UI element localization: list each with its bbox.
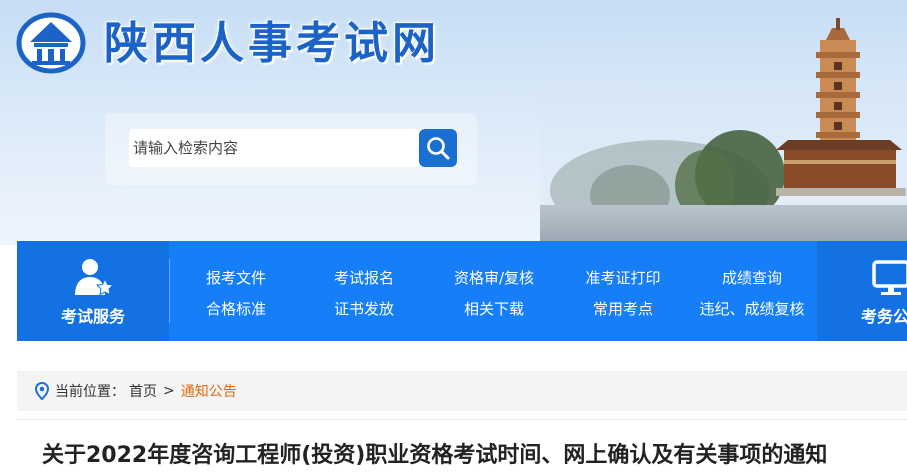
nav-links: 报考文件 考试报名 资格审/复核 准考证打印 成绩查询 合格标准 证书发放 相关… xyxy=(169,241,817,341)
nav-link-score-query[interactable]: 成绩查询 xyxy=(687,267,817,288)
nav-link-registration[interactable]: 考试报名 xyxy=(299,267,429,288)
breadcrumb-home[interactable]: 首页 xyxy=(129,381,157,401)
exam-affairs-section[interactable]: 考务公 xyxy=(817,241,907,341)
person-star-icon xyxy=(75,259,114,296)
monitor-icon xyxy=(872,260,907,295)
emblem-logo xyxy=(16,12,86,74)
nav-link-violation-review[interactable]: 违纪、成绩复核 xyxy=(687,298,817,319)
search-icon xyxy=(427,137,450,160)
breadcrumb-current[interactable]: 通知公告 xyxy=(181,381,237,401)
article-title: 关于2022年度咨询工程师(投资)职业资格考试时间、网上确认及有关事项的通知 xyxy=(17,419,907,474)
nav-link-downloads[interactable]: 相关下载 xyxy=(429,298,559,319)
breadcrumb-separator: > xyxy=(163,383,175,399)
breadcrumb-prefix: 当前位置： xyxy=(55,384,125,400)
exam-service-section[interactable]: 考试服务 xyxy=(17,241,169,341)
nav-link-certificate[interactable]: 证书发放 xyxy=(299,298,429,319)
exam-service-label: 考试服务 xyxy=(60,307,125,326)
exam-affairs-label: 考务公 xyxy=(861,307,907,326)
breadcrumb: 当前位置： 首页 > 通知公告 xyxy=(17,371,907,411)
nav-link-passing-standard[interactable]: 合格标准 xyxy=(171,298,301,319)
nav-link-exam-docs[interactable]: 报考文件 xyxy=(171,267,301,288)
nav-link-qualification-review[interactable]: 资格审/复核 xyxy=(429,267,559,288)
search-button[interactable] xyxy=(419,129,457,167)
location-pin-icon xyxy=(35,382,49,400)
pagoda-scenery-image xyxy=(540,0,907,245)
nav-link-admission-ticket[interactable]: 准考证打印 xyxy=(558,267,688,288)
search-input[interactable] xyxy=(129,129,457,167)
site-title: 陕西人事考试网 xyxy=(104,18,440,69)
search-box xyxy=(105,113,477,185)
site-header: 陕西人事考试网 xyxy=(0,0,907,245)
nav-link-exam-sites[interactable]: 常用考点 xyxy=(558,298,688,319)
main-nav: 考试服务 报考文件 考试报名 资格审/复核 准考证打印 成绩查询 合格标准 证书… xyxy=(17,241,907,341)
